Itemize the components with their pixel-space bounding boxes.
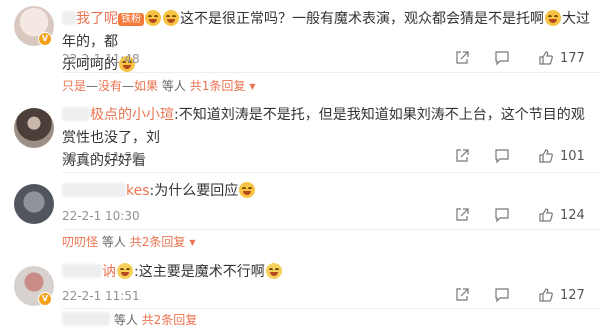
sweat-emoji-icon [265, 263, 282, 279]
comment-item: V 讷 :这主要是魔术不行啊 22-2-1 11:51 127 等人 共2条回复 [0, 258, 600, 327]
divider [62, 308, 600, 309]
comment-actions: 177 [452, 50, 592, 68]
laughing-emoji-icon [239, 182, 256, 198]
comment-body: :这主要是魔术不行啊 [134, 264, 265, 280]
comment-icon[interactable] [494, 207, 510, 223]
laughing-emoji-icon [145, 10, 161, 26]
share-icon[interactable] [454, 287, 470, 303]
comment-body: :为什么要回应 [149, 183, 239, 199]
comment-timestamp: 22-2-1 11:48 [62, 52, 140, 66]
like-icon[interactable] [538, 50, 554, 66]
caret-down-icon: ▼ [189, 238, 196, 247]
divider [62, 72, 600, 73]
comment-timestamp: 22-2-1 11:51 [62, 289, 140, 303]
verified-badge-icon: V [38, 32, 52, 46]
comment-username[interactable]: 极点的小小瑄 [90, 107, 174, 123]
comment-timestamp: 22-2-1 10:30 [62, 209, 140, 223]
divider [62, 229, 600, 230]
reply-summary[interactable]: 只是—没有—如果 等人 共1条回复 ▼ [62, 78, 256, 95]
comment-actions: 127 [452, 287, 592, 305]
laughing-emoji-icon [545, 10, 561, 26]
share-icon[interactable] [454, 148, 470, 164]
comment-item: V 我了呢 铁粉 这不是很正常吗？一般有魔术表演，观众都会猜是不是托啊 大过年的，都 … [0, 0, 600, 96]
comment-item: 极点的小小瑄:不知道刘涛是不是托，但是我知道如果刘涛不上台，这个节目的观赏性也没… [0, 100, 600, 176]
comment-body: 这不是很正常吗？一般有魔术表演，观众都会猜是不是托啊 [180, 11, 544, 27]
like-icon[interactable] [538, 148, 554, 164]
comment-icon[interactable] [494, 148, 510, 164]
reply-summary[interactable]: 等人 共2条回复 [62, 312, 197, 328]
view-replies-link[interactable]: 共2条回复 [142, 313, 198, 327]
comment-username[interactable]: kes [126, 183, 150, 199]
view-replies-link[interactable]: 共2条回复 [130, 235, 186, 249]
share-icon[interactable] [454, 50, 470, 66]
comment-item: kes:为什么要回应 22-2-1 10:30 124 叨叨怪 等人 共2条回复… [0, 178, 600, 256]
view-replies-link[interactable]: 共1条回复 [190, 79, 246, 93]
divider [62, 172, 600, 173]
comment-actions: 101 [452, 148, 592, 166]
like-count: 124 [560, 208, 585, 223]
comment-username[interactable]: 我了呢 [76, 11, 118, 27]
avatar[interactable] [14, 184, 54, 224]
like-count: 177 [560, 51, 585, 66]
comment-icon[interactable] [494, 50, 510, 66]
comment-username[interactable]: 讷 [102, 264, 116, 280]
like-count: 101 [560, 149, 585, 164]
verified-badge-icon: V [38, 292, 52, 306]
like-icon[interactable] [538, 287, 554, 303]
like-icon[interactable] [538, 207, 554, 223]
grimacing-emoji-icon [117, 263, 133, 279]
comment-actions: 124 [452, 207, 592, 225]
laughing-emoji-icon [163, 10, 179, 26]
comment-text: kes:为什么要回应 [62, 180, 592, 203]
share-icon[interactable] [454, 207, 470, 223]
comment-timestamp: 22-2-1 11:50 [62, 150, 140, 164]
reply-summary[interactable]: 叨叨怪 等人 共2条回复 ▼ [62, 234, 195, 251]
fan-badge: 铁粉 [118, 13, 144, 26]
like-count: 127 [560, 288, 585, 303]
comment-icon[interactable] [494, 287, 510, 303]
avatar[interactable] [14, 108, 54, 148]
caret-down-icon: ▼ [249, 82, 256, 91]
comment-text: 讷 :这主要是魔术不行啊 [62, 261, 592, 284]
